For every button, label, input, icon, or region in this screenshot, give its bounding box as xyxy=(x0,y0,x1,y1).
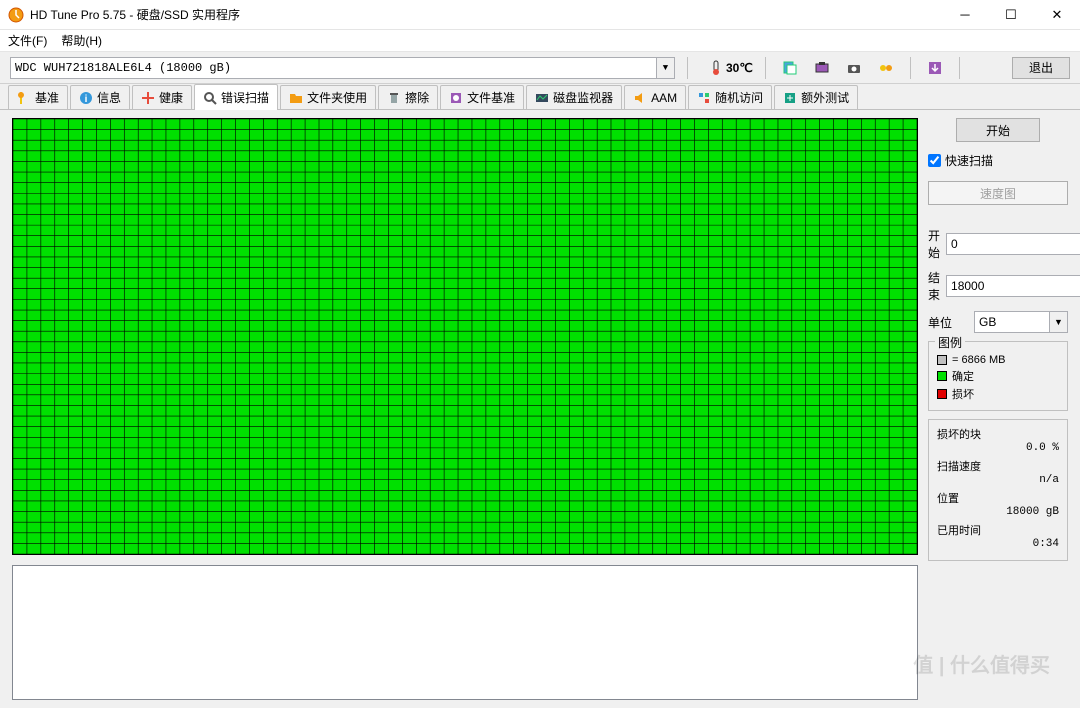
titlebar: HD Tune Pro 5.75 - 硬盘/SSD 实用程序 ─ ☐ ✕ xyxy=(0,0,1080,30)
tab-bar: 基准 i信息 健康 错误扫描 文件夹使用 擦除 文件基准 磁盘监视器 AAM 随… xyxy=(0,84,1080,110)
legend-square-damaged xyxy=(937,389,947,399)
quick-scan-label: 快速扫描 xyxy=(945,152,993,169)
tab-aam[interactable]: AAM xyxy=(624,85,686,109)
tab-extra-tests[interactable]: 额外测试 xyxy=(774,85,858,109)
exit-button[interactable]: 退出 xyxy=(1012,57,1070,79)
temperature-display: 30℃ xyxy=(710,60,753,76)
close-button[interactable]: ✕ xyxy=(1034,0,1080,29)
drive-name: WDC WUH721818ALE6L4 (18000 gB) xyxy=(15,61,231,75)
watermark: 值 | 什么值得买 xyxy=(913,649,1050,678)
drive-selector[interactable]: WDC WUH721818ALE6L4 (18000 gB) ▼ xyxy=(10,57,675,79)
separator xyxy=(687,57,688,79)
legend-title: 图例 xyxy=(935,334,965,351)
legend-square-gray xyxy=(937,355,947,365)
menubar: 文件(F) 帮助(H) xyxy=(0,30,1080,52)
menu-file[interactable]: 文件(F) xyxy=(8,32,47,49)
end-label: 结束 xyxy=(928,269,940,303)
save-button[interactable] xyxy=(923,56,947,80)
start-input[interactable] xyxy=(947,234,1080,254)
tab-info[interactable]: i信息 xyxy=(70,85,130,109)
elapsed-label: 已用时间 xyxy=(937,522,1059,538)
chevron-down-icon[interactable]: ▼ xyxy=(656,58,674,78)
scan-grid xyxy=(12,118,918,555)
separator xyxy=(910,57,911,79)
separator xyxy=(959,57,960,79)
tab-file-benchmark[interactable]: 文件基准 xyxy=(440,85,524,109)
tab-benchmark[interactable]: 基准 xyxy=(8,85,68,109)
app-icon xyxy=(8,7,24,23)
svg-text:i: i xyxy=(85,94,88,105)
legend-square-ok xyxy=(937,371,947,381)
minimize-button[interactable]: ─ xyxy=(942,0,988,29)
end-input[interactable] xyxy=(947,276,1080,296)
camera-button[interactable] xyxy=(842,56,866,80)
stats-panel: 损坏的块 0.0 % 扫描速度 n/a 位置 18000 gB 已用时间 0:3… xyxy=(928,419,1068,561)
tab-error-scan[interactable]: 错误扫描 xyxy=(194,84,278,110)
tab-random-access[interactable]: 随机访问 xyxy=(688,85,772,109)
chevron-down-icon[interactable]: ▼ xyxy=(1049,312,1067,332)
maximize-button[interactable]: ☐ xyxy=(988,0,1034,29)
tab-folder-usage[interactable]: 文件夹使用 xyxy=(280,85,376,109)
results-box xyxy=(12,565,918,700)
menu-help[interactable]: 帮助(H) xyxy=(61,32,102,49)
window-title: HD Tune Pro 5.75 - 硬盘/SSD 实用程序 xyxy=(30,6,942,23)
thermometer-icon xyxy=(710,60,722,76)
position-label: 位置 xyxy=(937,490,1059,506)
damaged-blocks-value: 0.0 % xyxy=(937,442,1059,454)
tab-disk-monitor[interactable]: 磁盘监视器 xyxy=(526,85,622,109)
tab-health[interactable]: 健康 xyxy=(132,85,192,109)
copy-info-button[interactable] xyxy=(778,56,802,80)
start-label: 开始 xyxy=(928,227,940,261)
start-spinner[interactable]: ▲▼ xyxy=(946,233,1080,255)
screenshot-button[interactable] xyxy=(810,56,834,80)
main-toolbar: WDC WUH721818ALE6L4 (18000 gB) ▼ 30℃ 退出 xyxy=(0,52,1080,84)
options-button[interactable] xyxy=(874,56,898,80)
scan-speed-label: 扫描速度 xyxy=(937,458,1059,474)
quick-scan-checkbox[interactable] xyxy=(928,154,941,167)
unit-label: 单位 xyxy=(928,314,968,331)
scan-speed-value: n/a xyxy=(937,474,1059,486)
elapsed-value: 0:34 xyxy=(937,538,1059,550)
damaged-blocks-label: 损坏的块 xyxy=(937,426,1059,442)
speed-map-button: 速度图 xyxy=(928,181,1068,205)
end-spinner[interactable]: ▲▼ xyxy=(946,275,1080,297)
legend-group: 图例 = 6866 MB 确定 损坏 xyxy=(928,341,1068,411)
position-value: 18000 gB xyxy=(937,506,1059,518)
unit-select[interactable]: GB ▼ xyxy=(974,311,1068,333)
content-area: 开始 快速扫描 速度图 开始 ▲▼ 结束 ▲▼ xyxy=(0,110,1080,708)
separator xyxy=(765,57,766,79)
tab-erase[interactable]: 擦除 xyxy=(378,85,438,109)
start-scan-button[interactable]: 开始 xyxy=(956,118,1040,142)
